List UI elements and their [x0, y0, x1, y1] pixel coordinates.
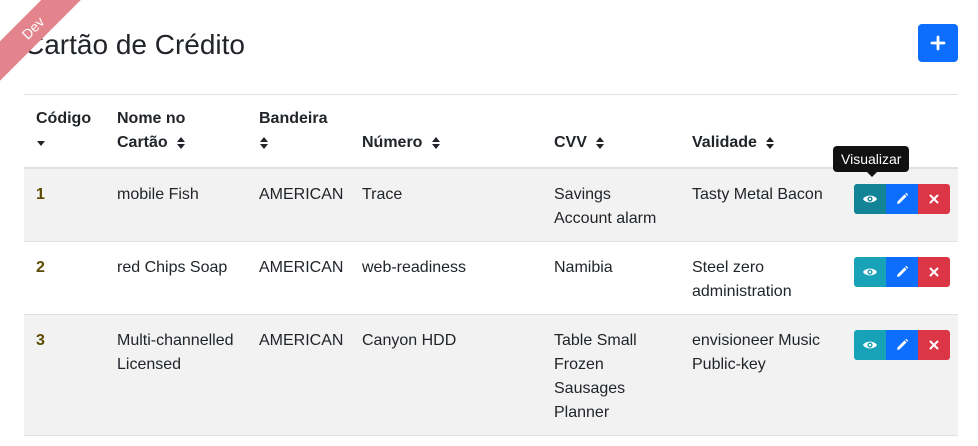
sort-icon	[431, 136, 440, 149]
cell-cvv: Table Small Frozen Sausages Planner	[542, 314, 680, 436]
cell-validade: Tasty Metal Bacon	[680, 168, 840, 242]
pencil-icon	[897, 338, 909, 350]
column-header-codigo[interactable]: Código	[24, 95, 105, 169]
column-header-validade[interactable]: Validade	[680, 95, 840, 169]
credit-card-table: Código Nome no Cartão Bandeira Número CV…	[24, 95, 958, 436]
edit-button[interactable]	[886, 184, 918, 214]
column-header-label: Bandeira	[259, 110, 328, 127]
cell-bandeira: AMERICAN	[247, 168, 350, 242]
view-button[interactable]	[854, 330, 886, 360]
row-action-group	[852, 329, 950, 360]
cell-nome: Multi-channelled Licensed	[105, 314, 247, 436]
view-button[interactable]	[854, 257, 886, 287]
row-id-link[interactable]: 2	[36, 259, 45, 276]
delete-button[interactable]	[918, 257, 950, 287]
pencil-icon	[897, 192, 909, 204]
cell-codigo: 3	[24, 314, 105, 436]
column-header-label: Número	[362, 134, 423, 151]
view-tooltip: Visualizar	[833, 146, 910, 177]
sort-icon	[177, 136, 186, 149]
table-row: 2 red Chips Soap AMERICAN web-readiness …	[24, 241, 958, 315]
credit-card-table-container: Código Nome no Cartão Bandeira Número CV…	[24, 95, 958, 436]
sort-icon	[260, 136, 268, 149]
cell-bandeira: AMERICAN	[247, 241, 350, 315]
cell-validade: Steel zero administration	[680, 241, 840, 315]
add-credit-card-button[interactable]	[918, 24, 958, 62]
cell-cvv: Namibia	[542, 241, 680, 315]
cell-numero: Trace	[350, 168, 542, 242]
eye-icon	[863, 268, 877, 276]
cell-actions	[840, 168, 958, 242]
pencil-icon	[897, 265, 909, 277]
cell-numero: web-readiness	[350, 241, 542, 315]
cell-nome: mobile Fish	[105, 168, 247, 242]
table-row: 3 Multi-channelled Licensed AMERICAN Can…	[24, 314, 958, 436]
edit-button[interactable]	[886, 330, 918, 360]
delete-button[interactable]	[918, 330, 950, 360]
column-header-label: CVV	[554, 134, 587, 151]
column-header-label: Código	[36, 110, 92, 127]
cell-codigo: 1	[24, 168, 105, 242]
view-button[interactable]	[854, 184, 886, 214]
cell-validade: envisioneer Music Public-key	[680, 314, 840, 436]
cell-numero: Canyon HDD	[350, 314, 542, 436]
cell-cvv: Savings Account alarm	[542, 168, 680, 242]
edit-button[interactable]	[886, 257, 918, 287]
sort-down-icon	[37, 140, 45, 146]
cell-nome: red Chips Soap	[105, 241, 247, 315]
eye-icon	[863, 341, 877, 349]
delete-button[interactable]	[918, 184, 950, 214]
page-header: Cartão de Crédito	[24, 24, 958, 68]
cell-codigo: 2	[24, 241, 105, 315]
column-header-label: Validade	[692, 134, 757, 151]
close-icon	[929, 267, 939, 277]
cell-actions	[840, 314, 958, 436]
row-action-group	[852, 183, 950, 214]
close-icon	[929, 340, 939, 350]
cell-bandeira: AMERICAN	[247, 314, 350, 436]
eye-icon	[863, 195, 877, 203]
plus-icon	[930, 35, 946, 51]
row-id-link[interactable]: 3	[36, 332, 45, 349]
table-row: 1 mobile Fish AMERICAN Trace Savings Acc…	[24, 168, 958, 242]
column-header-bandeira[interactable]: Bandeira	[247, 95, 350, 169]
cell-actions	[840, 241, 958, 315]
close-icon	[929, 194, 939, 204]
page-title: Cartão de Crédito	[24, 29, 246, 60]
tooltip-text: Visualizar	[841, 151, 902, 167]
sort-icon	[766, 136, 775, 149]
column-header-nome[interactable]: Nome no Cartão	[105, 95, 247, 169]
sort-icon	[596, 136, 605, 149]
column-header-numero[interactable]: Número	[350, 95, 542, 169]
table-header-row: Código Nome no Cartão Bandeira Número CV…	[24, 95, 958, 169]
row-id-link[interactable]: 1	[36, 186, 45, 203]
column-header-cvv[interactable]: CVV	[542, 95, 680, 169]
row-action-group	[852, 256, 950, 287]
